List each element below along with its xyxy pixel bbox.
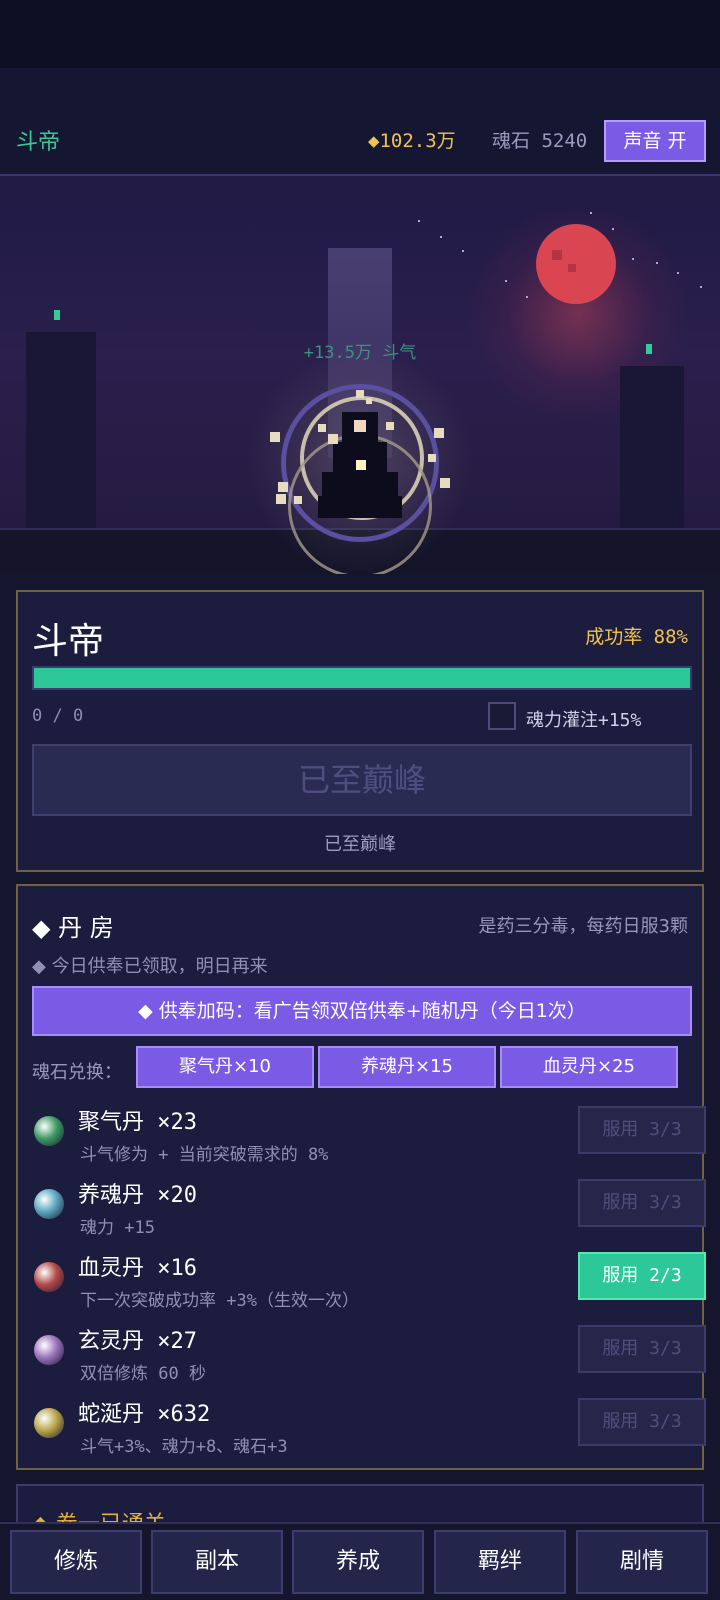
realm-title: 斗帝 xyxy=(32,621,105,662)
ad-tribute-button[interactable]: ◆ 供奉加码：看广告领双倍供奉+随机丹（今日1次） xyxy=(32,986,692,1036)
pill-orb-icon xyxy=(34,1408,64,1438)
gold-counter: ◆102.3万 xyxy=(368,130,456,152)
star xyxy=(505,280,507,282)
top-bar: 斗帝 ◆102.3万 魂石 5240 声音 开 xyxy=(0,68,720,176)
pill-row: 养魂丹 ×20 魂力 +15 服用 3/3 xyxy=(32,1173,706,1243)
pill-row: 血灵丹 ×16 下一次突破成功率 +3%（生效一次） 服用 2/3 xyxy=(32,1246,706,1316)
cultivation-scene[interactable]: +13.5万 斗气 xyxy=(0,176,720,574)
pill-name: 血灵丹 ×16 xyxy=(78,1256,197,1281)
qi-progress-fill xyxy=(34,668,690,688)
pill-name: 养魂丹 ×20 xyxy=(78,1183,197,1208)
soulstone-counter: 魂石 5240 xyxy=(492,130,588,152)
qi-spark xyxy=(356,390,364,398)
pill-row: 聚气丹 ×23 斗气修为 + 当前突破需求的 8% 服用 3/3 xyxy=(32,1100,706,1170)
qi-spark xyxy=(328,434,338,444)
use-pill-button[interactable]: 服用 3/3 xyxy=(578,1398,706,1446)
qi-spark xyxy=(278,482,288,492)
nav-story[interactable]: 剧情 xyxy=(576,1530,708,1594)
status-strip xyxy=(0,0,720,68)
qi-spark xyxy=(270,432,280,442)
pill-name: 聚气丹 ×23 xyxy=(78,1110,197,1135)
qi-gain-text: +13.5万 斗气 xyxy=(303,343,417,363)
star xyxy=(526,296,528,298)
qi-spark xyxy=(366,398,372,404)
moon-spot xyxy=(568,264,576,272)
realm-panel: 斗帝 成功率 88% 0 / 0 魂力灌注+15% 已至巅峰 已至巅峰 xyxy=(16,590,704,872)
peak-note: 已至巅峰 xyxy=(324,834,396,855)
pill-orb-icon xyxy=(34,1116,64,1146)
pill-desc: 双倍修炼 60 秒 xyxy=(80,1364,206,1384)
star xyxy=(462,250,464,252)
pill-desc: 斗气+3%、魂力+8、魂石+3 xyxy=(80,1437,288,1457)
figure-face xyxy=(354,420,366,432)
star xyxy=(418,220,420,222)
star xyxy=(632,258,634,260)
use-pill-button[interactable]: 服用 3/3 xyxy=(578,1106,706,1154)
nav-bond[interactable]: 羁绊 xyxy=(434,1530,566,1594)
qi-spark xyxy=(318,424,326,432)
realm-label: 斗帝 xyxy=(16,130,61,155)
pill-orb-icon xyxy=(34,1335,64,1365)
star xyxy=(590,212,592,214)
pill-name: 蛇涎丹 ×632 xyxy=(78,1402,211,1427)
qi-spark xyxy=(386,422,394,430)
tower-left-inner xyxy=(36,346,86,532)
pill-row: 蛇涎丹 ×632 斗气+3%、魂力+8、魂石+3 服用 3/3 xyxy=(32,1392,706,1462)
star xyxy=(700,286,702,288)
qi-spark xyxy=(276,494,286,504)
pill-room-panel: ◆ 丹 房 是药三分毒，每药日服3颗 ◆ 今日供奉已领取，明日再来 ◆ 供奉加码… xyxy=(16,884,706,1470)
sound-toggle-button[interactable]: 声音 开 xyxy=(604,120,706,162)
pill-name: 玄灵丹 ×27 xyxy=(78,1329,197,1354)
pill-orb-icon xyxy=(34,1262,64,1292)
exchange-button-xueling[interactable]: 血灵丹×25 xyxy=(500,1046,678,1088)
success-rate: 成功率 88% xyxy=(585,626,688,648)
use-pill-button[interactable]: 服用 3/3 xyxy=(578,1179,706,1227)
tower-light xyxy=(646,344,652,354)
star xyxy=(612,228,614,230)
exchange-label: 魂石兑换： xyxy=(32,1062,122,1083)
tribute-note: ◆ 今日供奉已领取，明日再来 xyxy=(32,956,268,977)
star xyxy=(677,272,679,274)
pill-room-title: ◆ 丹 房 xyxy=(32,914,114,942)
qi-spark xyxy=(434,428,444,438)
qi-spark xyxy=(428,454,436,462)
exchange-button-juqi[interactable]: 聚气丹×10 xyxy=(136,1046,314,1088)
tower-right xyxy=(620,366,684,532)
use-pill-button[interactable]: 服用 2/3 xyxy=(578,1252,706,1300)
pill-desc: 斗气修为 + 当前突破需求的 8% xyxy=(80,1145,329,1165)
moon-spot xyxy=(552,250,562,260)
pill-row: 玄灵丹 ×27 双倍修炼 60 秒 服用 3/3 xyxy=(32,1319,706,1389)
star xyxy=(440,236,442,238)
figure-core xyxy=(356,460,366,470)
game-screen: 斗帝 ◆102.3万 魂石 5240 声音 开 +13.5万 斗气 斗帝 成功率… xyxy=(0,0,720,1600)
exchange-button-yanghun[interactable]: 养魂丹×15 xyxy=(318,1046,496,1088)
pill-desc: 下一次突破成功率 +3%（生效一次） xyxy=(80,1291,359,1311)
blood-moon xyxy=(536,224,616,304)
use-pill-button[interactable]: 服用 3/3 xyxy=(578,1325,706,1373)
qi-spark xyxy=(294,496,302,504)
star xyxy=(656,262,658,264)
pill-orb-icon xyxy=(34,1189,64,1219)
pill-room-hint: 是药三分毒，每药日服3颗 xyxy=(478,916,688,937)
nav-dungeon[interactable]: 副本 xyxy=(151,1530,283,1594)
progress-text: 0 / 0 xyxy=(32,706,84,726)
breakthrough-button[interactable]: 已至巅峰 xyxy=(32,744,692,816)
nav-develop[interactable]: 养成 xyxy=(292,1530,424,1594)
pill-desc: 魂力 +15 xyxy=(80,1218,155,1238)
qi-spark xyxy=(440,478,450,488)
soul-infuse-checkbox[interactable] xyxy=(488,702,516,730)
bottom-nav: 修炼 副本 养成 羁绊 剧情 xyxy=(0,1522,720,1600)
qi-progress-bar xyxy=(32,666,692,690)
soul-infuse-label[interactable]: 魂力灌注+15% xyxy=(526,706,641,732)
nav-cultivate[interactable]: 修炼 xyxy=(10,1530,142,1594)
tower-light xyxy=(54,310,60,320)
